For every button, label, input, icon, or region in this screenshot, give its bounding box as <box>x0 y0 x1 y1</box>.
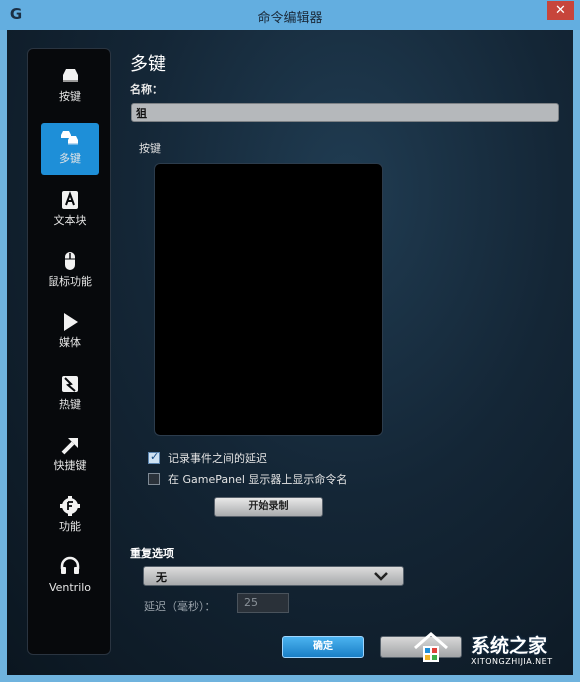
sidebar-item-function[interactable]: 功能 <box>41 491 99 543</box>
sidebar-item-label: 多键 <box>59 152 81 165</box>
sidebar-item-text-block[interactable]: 文本块 <box>41 185 99 237</box>
keystroke-list[interactable] <box>154 163 383 436</box>
sidebar-item-label: 热键 <box>59 398 81 411</box>
name-field[interactable]: 狙 <box>131 103 559 122</box>
hotkey-icon <box>62 376 78 392</box>
headset-icon <box>60 556 80 574</box>
show-name-label: 在 GamePanel 显示器上显示命令名 <box>168 473 348 486</box>
sidebar-item-label: 文本块 <box>53 214 87 227</box>
command-type-sidebar: 按键 多键 文本块 鼠标功能 媒体 热键 快捷键 功能 Ventrilo <box>27 48 111 655</box>
function-gear-icon <box>60 496 80 516</box>
watermark-url: XITONGZHIJIA.NET <box>471 657 553 666</box>
play-icon <box>64 313 78 331</box>
shortcut-arrow-icon <box>61 438 78 455</box>
ok-button[interactable]: 确定 <box>282 636 364 658</box>
show-name-checkbox[interactable] <box>148 473 160 485</box>
title-bar: G 命令编辑器 ✕ <box>0 0 580 30</box>
delay-field[interactable]: 25 <box>237 593 289 613</box>
repeat-options-label: 重复选项 <box>130 547 174 560</box>
sidebar-item-label: 鼠标功能 <box>48 275 92 288</box>
site-watermark: 系统之家 XITONGZHIJIA.NET <box>411 626 575 678</box>
window-title: 命令编辑器 <box>257 11 323 26</box>
watermark-text: 系统之家 <box>471 635 548 657</box>
delay-label: 延迟（毫秒）： <box>144 600 216 613</box>
close-button[interactable]: ✕ <box>547 1 574 20</box>
sidebar-item-label: 媒体 <box>59 336 81 349</box>
sidebar-item-label: 按键 <box>59 90 81 103</box>
sidebar-item-ventrilo[interactable]: Ventrilo <box>41 552 99 604</box>
mouse-icon <box>65 252 75 270</box>
sidebar-item-shortcut[interactable]: 快捷键 <box>41 430 99 482</box>
chevron-down-icon <box>374 572 388 581</box>
start-recording-button[interactable]: 开始录制 <box>214 497 323 517</box>
record-delays-row[interactable]: 记录事件之间的延迟 <box>148 450 267 465</box>
sidebar-item-media[interactable]: 媒体 <box>41 307 99 359</box>
watermark-house-icon <box>414 632 448 662</box>
show-name-row[interactable]: 在 GamePanel 显示器上显示命令名 <box>148 472 347 486</box>
keys-label: 按键 <box>139 142 161 155</box>
multikey-icon <box>61 131 78 145</box>
sidebar-item-label: 快捷键 <box>53 459 87 472</box>
sidebar-item-multikey[interactable]: 多键 <box>41 123 99 175</box>
repeat-options-value: 无 <box>156 571 167 584</box>
sidebar-item-label: Ventrilo <box>48 581 92 594</box>
repeat-options-select[interactable]: 无 <box>143 566 404 586</box>
sidebar-item-mouse[interactable]: 鼠标功能 <box>41 246 99 298</box>
page-title: 多键 <box>130 54 166 75</box>
dialog-body: 按键 多键 文本块 鼠标功能 媒体 热键 快捷键 功能 Ventrilo 多键 … <box>7 30 573 675</box>
key-icon <box>63 69 78 82</box>
record-delays-label: 记录事件之间的延迟 <box>168 452 267 465</box>
sidebar-item-hotkey[interactable]: 热键 <box>41 369 99 421</box>
text-block-icon <box>62 191 78 209</box>
name-label: 名称： <box>130 83 163 96</box>
sidebar-item-label: 功能 <box>59 520 81 533</box>
record-delays-checkbox[interactable] <box>148 450 160 464</box>
sidebar-item-keystroke[interactable]: 按键 <box>41 61 99 113</box>
